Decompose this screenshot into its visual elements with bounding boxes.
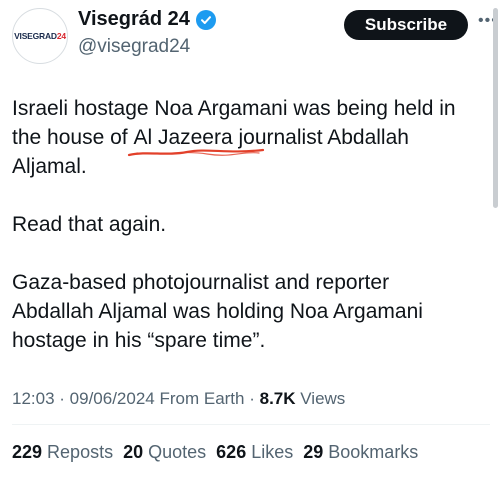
likes-stat[interactable]: 626 Likes	[216, 442, 293, 462]
views-label: Views	[295, 389, 346, 408]
scrollbar[interactable]	[493, 8, 498, 208]
tweet-line: Israeli hostage Noa Argamani was being h…	[12, 97, 456, 120]
tweet-line: Read that again.	[12, 213, 167, 236]
divider	[12, 424, 490, 425]
tweet-text: Israeli hostage Noa Argamani was being h…	[12, 94, 482, 355]
tweet-header: VISEGRAD24 Visegrád 24 @visegrad24 Subsc…	[12, 4, 497, 64]
tweet-date[interactable]: 09/06/2024	[70, 389, 155, 408]
tweet-time[interactable]: 12:03	[12, 389, 55, 408]
tweet-meta: 12:03 · 09/06/2024 From Earth · 8.7K Vie…	[12, 389, 346, 408]
quotes-stat[interactable]: 20 Quotes	[123, 442, 206, 462]
name-row: Visegrád 24	[78, 8, 216, 31]
engagement-stats: 229 Reposts 20 Quotes 626 Likes 29 Bookmark…	[12, 442, 428, 463]
tweet-line: hostage in his “spare time”.	[12, 329, 266, 352]
tweet-line: the house of Al Jazeera journalist Abdal…	[12, 123, 482, 157]
views-count: 8.7K	[259, 389, 296, 408]
bookmarks-stat[interactable]: 29 Bookmarks	[303, 442, 418, 462]
avatar[interactable]: VISEGRAD24	[12, 8, 68, 64]
verified-badge-icon	[195, 9, 216, 30]
red-underline-annotation	[128, 148, 265, 157]
avatar-text: VISEGRAD24	[14, 31, 66, 41]
reposts-stat[interactable]: 229 Reposts	[12, 442, 113, 462]
display-name[interactable]: Visegrád 24	[78, 8, 190, 31]
tweet-line: Abdallah Aljamal was holding Noa Argaman…	[12, 300, 423, 323]
tweet-line: Gaza-based photojournalist and reporter	[12, 271, 390, 294]
subscribe-button[interactable]: Subscribe	[344, 10, 468, 40]
tweet-source: From Earth	[154, 389, 245, 408]
handle[interactable]: @visegrad24	[78, 36, 190, 58]
highlighted-text: Al Jazeera	[128, 123, 265, 157]
